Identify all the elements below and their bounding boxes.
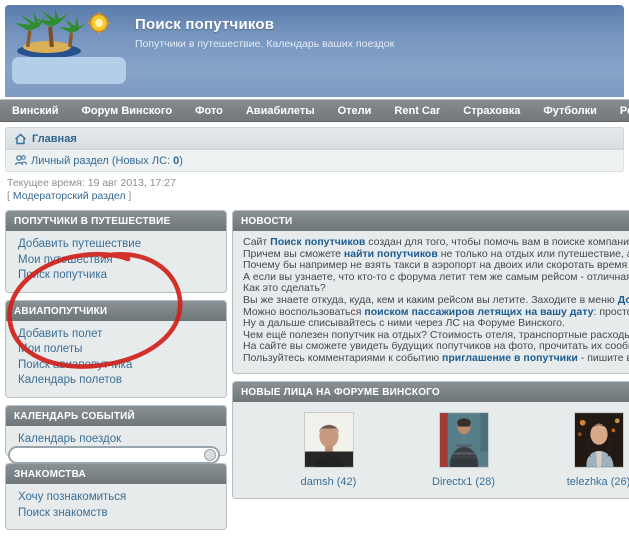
personal-section-link[interactable]: Личный раздел (Новых ЛС: 0) [31, 155, 183, 167]
main-column: НОВОСТИ Сайт Поиск попутчиков создан для… [232, 210, 629, 506]
new-faces-body: damsh (42) Directx1 (28) [233, 402, 629, 498]
sidebar-panel-title: ПОПУТЧИКИ В ПУТЕШЕСТВИЕ [6, 211, 226, 231]
news-line: На сайте вы сможете увидеть будущих попу… [243, 341, 629, 353]
member-name[interactable]: telezhka (26) [531, 476, 629, 488]
personal-section-bar: Личный раздел (Новых ЛС: 0) [5, 150, 624, 172]
sidebar-panel-title: ЗНАКОМСТВА [6, 464, 226, 484]
moderator-line: [ Модераторский раздел ] [7, 190, 131, 202]
sidebar-panel-body: Добавить путешествиеМои путешествияПоиск… [6, 231, 226, 292]
member-name[interactable]: damsh (42) [261, 476, 396, 488]
sidebar-link[interactable]: Добавить полет [18, 327, 216, 343]
member-avatar[interactable] [439, 412, 489, 468]
news-line: Чем ещё полезен попутчик на отдых? Стоим… [243, 330, 629, 342]
news-line: Вы же знаете откуда, куда, кем и каким р… [243, 295, 629, 307]
nav-item-5[interactable]: Отели [338, 105, 372, 117]
sidebar-link[interactable]: Добавить путешествие [18, 237, 216, 253]
news-line: Ну а дальше списывайтесь с ними через ЛС… [243, 318, 629, 330]
news-inline-link[interactable]: поиском пассажиров летящих на вашу дату [364, 307, 593, 318]
awd-forum-logo[interactable] [11, 9, 133, 97]
member-avatar[interactable] [574, 412, 624, 468]
nav-item-6[interactable]: Rent Car [394, 105, 440, 117]
news-line: А если вы узнаете, что кто-то с форума л… [243, 272, 629, 284]
page-subtitle: Попутчики в путешествие. Календарь ваших… [135, 38, 394, 50]
sidebar-link[interactable]: Поиск знакомств [18, 506, 216, 522]
sidebar-panel-body: Добавить полетМои полетыПоиск авиапопутч… [6, 321, 226, 397]
news-line: Пользуйтесь комментариями к событию приг… [243, 353, 629, 365]
news-line: Почему бы например не взять такси в аэро… [243, 260, 629, 272]
sidebar-link[interactable]: Мои путешествия [18, 253, 216, 269]
breadcrumb-home-link[interactable]: Главная [32, 133, 77, 145]
news-inline-link[interactable]: найти попутчиков [344, 249, 438, 260]
sidebar-link[interactable]: Хочу познакомиться [18, 490, 216, 506]
home-icon [14, 133, 27, 145]
nav-item-8[interactable]: Футболки [543, 105, 597, 117]
news-inline-link[interactable]: Добавить полёт [618, 295, 629, 306]
search-input[interactable] [8, 446, 220, 464]
page-header: Поиск попутчиков Попутчики в путешествие… [5, 5, 624, 97]
news-panel-title: НОВОСТИ [233, 211, 629, 231]
member-card[interactable]: telezhka (26) [531, 410, 629, 488]
member-card[interactable]: damsh (42) [261, 410, 396, 488]
member-avatar[interactable] [304, 412, 354, 468]
current-time: Текущее время: 19 авг 2013, 17:27 [7, 177, 176, 189]
new-faces-panel: НОВЫЕ ЛИЦА НА ФОРУМЕ ВИНСКОГО damsh (42) [232, 381, 629, 499]
news-body: Сайт Поиск попутчиков создан для того, ч… [233, 231, 629, 373]
moderator-section-link[interactable]: Модераторский раздел [13, 190, 126, 202]
sidebar-panel-4: ЗНАКОМСТВАХочу познакомитьсяПоиск знаком… [5, 463, 227, 530]
member-name[interactable]: Directx1 (28) [396, 476, 531, 488]
nav-item-4[interactable]: Авиабилеты [246, 105, 315, 117]
new-faces-title: НОВЫЕ ЛИЦА НА ФОРУМЕ ВИНСКОГО [233, 382, 629, 402]
news-line: Как это сделать? [243, 283, 629, 295]
sidebar: ПОПУТЧИКИ В ПУТЕШЕСТВИЕДобавить путешест… [5, 210, 227, 537]
nav-item-1[interactable]: Винский [12, 105, 59, 117]
search-icon [204, 449, 216, 461]
palm-island-icon [15, 9, 87, 58]
sidebar-link[interactable]: Мои полеты [18, 342, 216, 358]
nav-item-2[interactable]: Форум Винского [82, 105, 173, 117]
main-nav: Винский Форум Винского Фото Авиабилеты Отели… [0, 99, 629, 122]
member-card[interactable]: Directx1 (28) [396, 410, 531, 488]
news-line: Причем вы сможете найти попутчиков не то… [243, 249, 629, 261]
user-icon [14, 154, 28, 167]
sidebar-link[interactable]: Поиск авиапопутчика [18, 358, 216, 374]
nav-item-9[interactable]: Реклама [620, 105, 629, 117]
nav-item-7[interactable]: Страховка [463, 105, 520, 117]
sidebar-link[interactable]: Календарь поездок [18, 432, 216, 448]
sidebar-link[interactable]: Календарь полетов [18, 373, 216, 389]
news-inline-link[interactable]: Поиск попутчиков [270, 237, 365, 248]
sidebar-panel-1: ПОПУТЧИКИ В ПУТЕШЕСТВИЕДобавить путешест… [5, 210, 227, 293]
news-panel: НОВОСТИ Сайт Поиск попутчиков создан для… [232, 210, 629, 374]
sidebar-panel-title: АВИАПОПУТЧИКИ [6, 301, 226, 321]
news-inline-link[interactable]: приглашение в попутчики [442, 353, 578, 364]
nav-item-3[interactable]: Фото [195, 105, 223, 117]
page-title: Поиск попутчиков [135, 16, 274, 33]
sidebar-panel-2: АВИАПОПУТЧИКИДобавить полетМои полетыПои… [5, 300, 227, 398]
sidebar-panel-body: Хочу познакомитьсяПоиск знакомств [6, 484, 226, 529]
sidebar-link[interactable]: Поиск попутчика [18, 268, 216, 284]
news-line: Можно воспользоваться поиском пассажиров… [243, 307, 629, 319]
sun-compass-icon [87, 11, 111, 35]
news-line: Сайт Поиск попутчиков создан для того, ч… [243, 237, 629, 249]
breadcrumb: Главная [5, 127, 624, 150]
sidebar-panel-title: КАЛЕНДАРЬ СОБЫТИЙ [6, 406, 226, 426]
